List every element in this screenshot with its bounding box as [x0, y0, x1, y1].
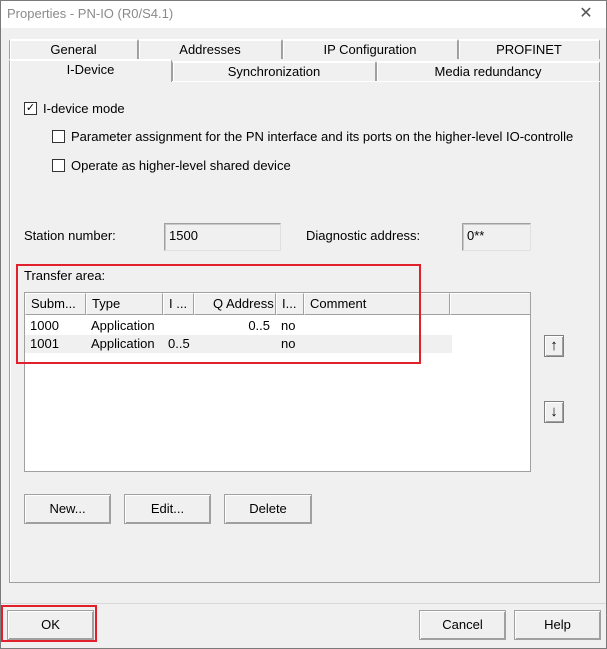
table-row[interactable]: 1001 Application 0..5 no — [25, 335, 452, 353]
title-bar: Properties - PN-IO (R0/S4.1) ✕ — [1, 1, 606, 28]
cell-submodule: 1000 — [30, 318, 59, 333]
tab-label: PROFINET — [496, 42, 562, 57]
i-device-mode-checkbox[interactable] — [24, 102, 37, 115]
cell-type: Application — [91, 336, 155, 351]
tab-media-redundancy[interactable]: Media redundancy — [376, 61, 600, 81]
properties-dialog: Properties - PN-IO (R0/S4.1) ✕ General A… — [0, 0, 607, 649]
delete-button[interactable]: Delete — [224, 494, 312, 524]
parameter-assignment-label: Parameter assignment for the PN interfac… — [71, 129, 574, 144]
cell-comment — [304, 317, 450, 335]
diagnostic-address-label: Diagnostic address: — [306, 228, 421, 243]
cell-type: Application — [91, 318, 155, 333]
transfer-area-table[interactable]: Subm... Type I ... Q Address I... Commen… — [24, 292, 531, 472]
column-header-submodule[interactable]: Subm... — [25, 293, 86, 315]
edit-button[interactable]: Edit... — [124, 494, 211, 524]
column-header-comment[interactable]: Comment — [304, 293, 450, 315]
cell-submodule: 1001 — [30, 336, 59, 351]
shared-device-checkbox[interactable] — [52, 159, 65, 172]
tab-i-device[interactable]: I-Device — [9, 59, 172, 82]
diagnostic-address-field: 0** — [462, 223, 531, 251]
cell-i-flag: no — [281, 336, 296, 351]
tab-ip-configuration[interactable]: IP Configuration — [282, 39, 458, 59]
cell-comment — [304, 335, 450, 353]
tab-synchronization[interactable]: Synchronization — [172, 61, 376, 81]
i-device-mode-label: I-device mode — [43, 101, 125, 116]
cell-q-address — [194, 335, 276, 353]
tab-label: Addresses — [179, 42, 241, 57]
help-button[interactable]: Help — [514, 610, 601, 640]
column-header-i-address[interactable]: I ... — [163, 293, 194, 315]
cell-i-address — [163, 317, 194, 335]
table-header: Subm... Type I ... Q Address I... Commen… — [25, 293, 530, 315]
window-title: Properties - PN-IO (R0/S4.1) — [7, 6, 174, 21]
column-header-i-flag[interactable]: I... — [276, 293, 304, 315]
tab-label: Synchronization — [227, 64, 321, 79]
move-down-button[interactable]: ↓ — [544, 401, 564, 423]
ok-button[interactable]: OK — [7, 610, 94, 640]
tab-addresses[interactable]: Addresses — [138, 39, 282, 59]
i-device-mode-option[interactable]: I-device mode — [24, 101, 125, 116]
new-button[interactable]: New... — [24, 494, 111, 524]
close-icon[interactable]: ✕ — [566, 1, 606, 28]
column-header-filler — [450, 293, 530, 315]
tab-label: I-Device — [66, 62, 115, 77]
tab-label: IP Configuration — [323, 42, 417, 57]
tab-label: Media redundancy — [434, 64, 542, 79]
diagnostic-address-value: 0** — [467, 228, 485, 243]
column-header-q-address[interactable]: Q Address — [194, 293, 276, 315]
footer-divider — [1, 603, 606, 604]
cell-q-address: 0..5 — [248, 318, 270, 333]
cancel-button[interactable]: Cancel — [419, 610, 506, 640]
cell-i-flag: no — [281, 318, 296, 333]
station-number-label: Station number: — [24, 228, 116, 243]
tab-label: General — [50, 42, 97, 57]
station-number-field: 1500 — [164, 223, 281, 251]
arrow-up-icon: ↑ — [550, 337, 558, 354]
tab-general[interactable]: General — [9, 39, 138, 59]
parameter-assignment-checkbox[interactable] — [52, 130, 65, 143]
arrow-down-icon: ↓ — [550, 403, 558, 420]
transfer-area-label: Transfer area: — [24, 268, 106, 283]
cell-i-address: 0..5 — [168, 336, 190, 351]
table-row[interactable]: 1000 Application 0..5 no — [25, 317, 452, 335]
shared-device-option[interactable]: Operate as higher-level shared device — [52, 158, 291, 173]
move-up-button[interactable]: ↑ — [544, 335, 564, 357]
column-header-type[interactable]: Type — [86, 293, 163, 315]
parameter-assignment-option[interactable]: Parameter assignment for the PN interfac… — [52, 129, 573, 144]
shared-device-label: Operate as higher-level shared device — [71, 158, 291, 173]
tab-profinet[interactable]: PROFINET — [458, 39, 600, 59]
station-number-value: 1500 — [169, 228, 198, 243]
